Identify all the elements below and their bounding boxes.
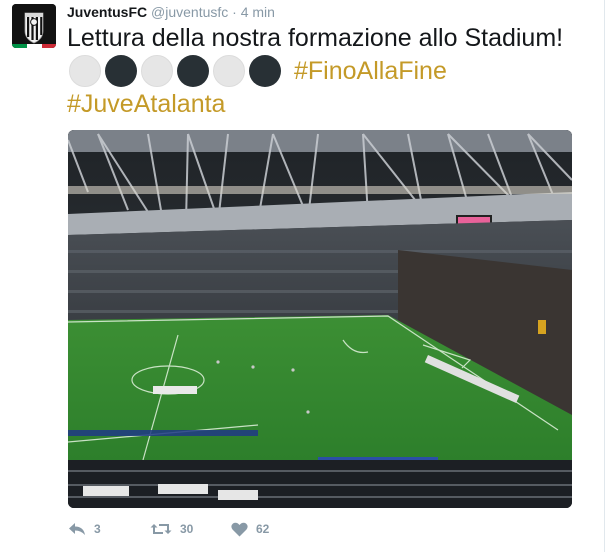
white-circle-icon — [213, 55, 245, 87]
tweet-actions: 3 30 62 — [68, 518, 301, 540]
heart-icon — [231, 522, 248, 536]
tweet-timestamp[interactable]: 4 min — [241, 4, 275, 20]
juventus-logo-icon[interactable] — [12, 4, 56, 48]
hashtag-link[interactable]: #JuveAtalanta — [67, 88, 225, 121]
tweet-card: JuventusFC @juventusfc · 4 min Lettura d… — [0, 0, 605, 552]
white-circle-icon — [69, 55, 101, 87]
reply-button[interactable]: 3 — [68, 522, 150, 536]
author-display-name[interactable]: JuventusFC — [67, 4, 147, 20]
flag-stripe-green — [12, 44, 27, 48]
black-circle-icon — [177, 55, 209, 87]
emoji-line: #FinoAllaFine — [69, 54, 447, 88]
black-circle-icon — [249, 55, 281, 87]
stadium-photo — [68, 130, 572, 508]
retweet-count: 30 — [180, 522, 194, 536]
black-circle-icon — [105, 55, 137, 87]
reply-count: 3 — [94, 522, 101, 536]
retweet-button[interactable]: 30 — [150, 522, 231, 536]
avatar-image — [12, 4, 56, 48]
like-button[interactable]: 62 — [231, 522, 301, 537]
like-count: 62 — [256, 522, 270, 536]
flag-stripe-red — [42, 44, 56, 48]
tweet-photo[interactable] — [68, 130, 572, 508]
reply-icon — [69, 523, 85, 535]
retweet-icon — [150, 524, 172, 534]
hashtag-link[interactable]: #FinoAllaFine — [294, 55, 447, 88]
tweet-header: JuventusFC @juventusfc · 4 min — [67, 3, 275, 21]
tweet-text: Lettura della nostra formazione allo Sta… — [67, 24, 564, 52]
white-circle-icon — [141, 55, 173, 87]
header-separator: · — [232, 4, 237, 20]
flag-stripe-white — [27, 44, 42, 48]
author-handle[interactable]: @juventusfc — [151, 4, 228, 20]
